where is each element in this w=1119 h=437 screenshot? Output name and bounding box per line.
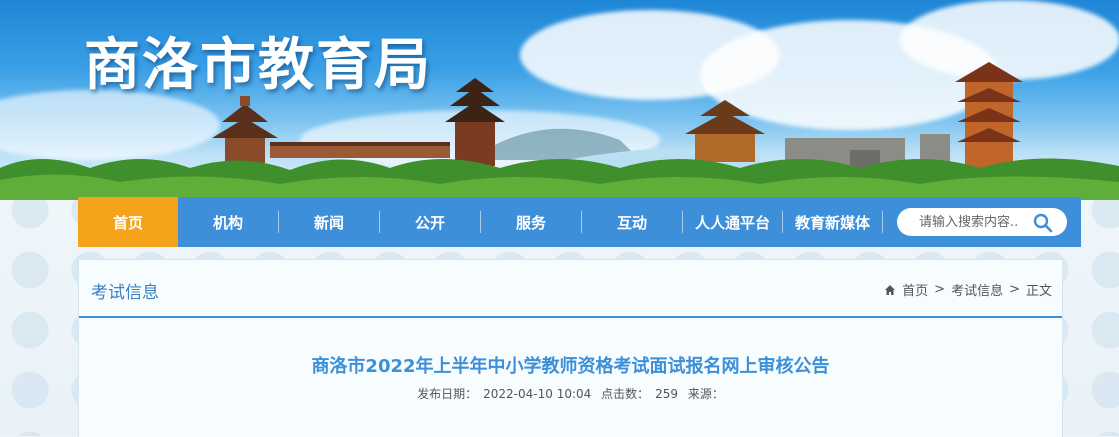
content-header: 考试信息 首页 > 考试信息 > 正文 (79, 260, 1062, 318)
hits-count: 259 (655, 387, 679, 401)
search-input[interactable] (917, 213, 1041, 231)
nav-item-news[interactable]: 新闻 (279, 197, 379, 247)
publish-date: 2022-04-10 10:04 (483, 387, 592, 401)
breadcrumb-home[interactable]: 首页 (902, 280, 928, 299)
nav-divider (882, 211, 883, 233)
breadcrumb: 首页 > 考试信息 > 正文 (884, 280, 1052, 299)
publish-date-label: 发布日期： (417, 387, 478, 401)
source-label: 来源： (687, 387, 724, 401)
hits-label: 点击数： (601, 387, 650, 401)
nav-item-interaction[interactable]: 互动 (582, 197, 682, 247)
search-icon[interactable] (1033, 213, 1053, 233)
nav-item-services[interactable]: 服务 (481, 197, 581, 247)
nav-item-renrentong[interactable]: 人人通平台 (683, 197, 782, 247)
home-icon (885, 284, 896, 295)
breadcrumb-exam-info[interactable]: 考试信息 (951, 280, 1003, 299)
breadcrumb-separator: > (934, 282, 946, 297)
nav-item-public[interactable]: 公开 (380, 197, 480, 247)
nav-item-new-media[interactable]: 教育新媒体 (783, 197, 882, 247)
main-nav: 首页 机构 新闻 公开 服务 互动 人人通平台 教育新媒体 (78, 197, 1081, 247)
content-panel: 考试信息 首页 > 考试信息 > 正文 商洛市2022年上半年中小学教师资格考试… (78, 259, 1063, 437)
article-meta: 发布日期： 2022-04-10 10:04 点击数： 259 来源： (79, 385, 1062, 402)
search-box (897, 208, 1067, 236)
nav-item-institutions[interactable]: 机构 (178, 197, 278, 247)
article-title: 商洛市2022年上半年中小学教师资格考试面试报名网上审核公告 (311, 356, 830, 377)
breadcrumb-separator: > (1009, 282, 1020, 297)
section-title: 考试信息 (91, 283, 159, 303)
nav-item-home[interactable]: 首页 (78, 197, 178, 247)
site-title: 商洛市教育局 (84, 33, 432, 98)
breadcrumb-current: 正文 (1025, 284, 1052, 299)
header-banner: 商洛市教育局 (0, 0, 1119, 200)
